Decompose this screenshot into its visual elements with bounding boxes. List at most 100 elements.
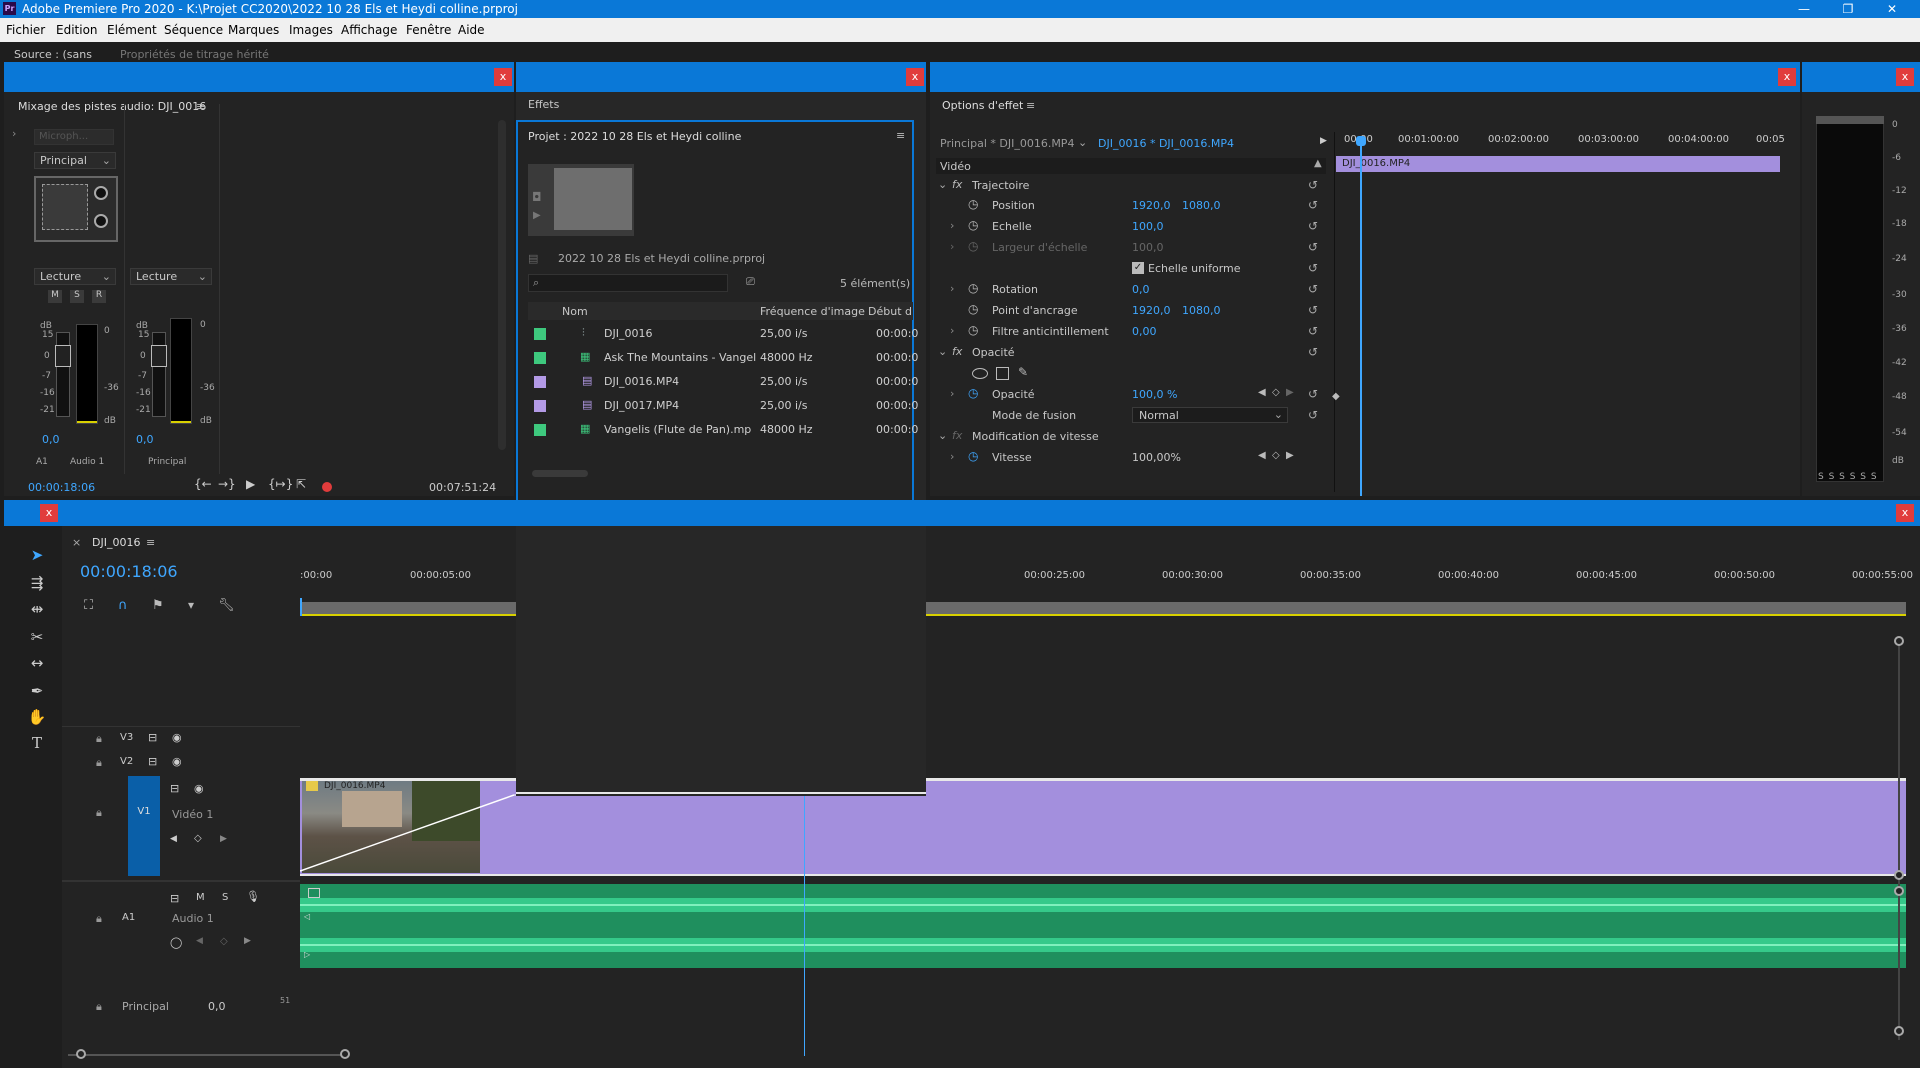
stopwatch-icon[interactable]: ◷ — [968, 218, 978, 232]
menu-marques[interactable]: Marques — [228, 23, 279, 37]
sequence-tab[interactable]: DJI_0016 — [92, 536, 140, 549]
tab-source[interactable]: Source : (sans — [14, 48, 92, 61]
vertical-scrollbar[interactable] — [1898, 640, 1900, 1040]
filtre-value[interactable]: 0,00 — [1132, 325, 1157, 338]
lock-icon[interactable]: 🔒︎ — [96, 756, 102, 770]
chevron-right-icon[interactable]: › — [950, 219, 954, 232]
current-time[interactable]: 00:00:18:06 — [28, 481, 95, 494]
loop-icon[interactable]: {↦} — [268, 477, 293, 491]
mode-dropdown-left[interactable]: Lecture ⌄ — [34, 268, 116, 285]
next-keyframe-icon[interactable]: ▶ — [220, 834, 227, 844]
echelle-value[interactable]: 100,0 — [1132, 220, 1164, 233]
close-window-button[interactable]: ✕ — [1872, 0, 1912, 18]
panel-menu-icon[interactable]: ≡ — [896, 129, 905, 142]
play-icon[interactable]: ▶ — [533, 210, 541, 221]
lock-icon[interactable]: 🔒︎ — [96, 912, 102, 926]
knob-icon[interactable] — [94, 214, 108, 228]
mute-track-button[interactable]: M — [196, 892, 205, 903]
pen-mask-icon[interactable]: ✎ — [1018, 365, 1028, 379]
reset-icon[interactable]: ↺ — [1308, 261, 1318, 275]
fx-icon[interactable]: fx — [952, 345, 962, 358]
list-item[interactable]: ⫶ DJI_0016 25,00 i/s 00:00:0 — [528, 322, 918, 346]
reset-icon[interactable]: ↺ — [1308, 198, 1318, 212]
stopwatch-icon[interactable]: ◷ — [968, 197, 978, 211]
close-panel-icon[interactable]: x — [40, 504, 58, 522]
pan-pad[interactable] — [42, 184, 88, 230]
sequence-clip-label[interactable]: DJI_0016 * DJI_0016.MP4 — [1098, 137, 1234, 150]
sync-lock-icon[interactable]: ⊟ — [170, 892, 179, 905]
volume-fader[interactable] — [151, 332, 167, 417]
eye-icon[interactable]: ◉ — [194, 782, 204, 795]
hand-tool-icon[interactable]: ✋ — [24, 708, 50, 732]
volume-fader[interactable] — [55, 332, 71, 417]
record-button[interactable]: R — [92, 290, 106, 303]
panel-menu-icon[interactable]: ≡ — [146, 536, 155, 549]
stopwatch-icon[interactable]: ◷ — [968, 449, 978, 463]
add-marker-icon[interactable]: ▾ — [188, 598, 194, 612]
principal-dropdown[interactable]: Principal ⌄ — [34, 152, 116, 169]
label-color[interactable] — [534, 352, 546, 364]
slip-tool-icon[interactable]: ↔ — [24, 654, 50, 678]
rectangle-mask-icon[interactable] — [996, 367, 1009, 380]
ellipse-mask-icon[interactable] — [972, 368, 988, 379]
blend-mode-dropdown[interactable]: Normal ⌄ — [1132, 407, 1288, 423]
export-icon[interactable]: ⇱ — [296, 477, 306, 491]
record-icon[interactable] — [322, 482, 332, 492]
opacite-value[interactable]: 100,0 % — [1132, 388, 1177, 401]
chevron-right-icon[interactable]: › — [950, 240, 954, 253]
next-keyframe-icon[interactable]: ▶ — [244, 936, 251, 946]
eye-icon[interactable]: ◉ — [172, 755, 182, 768]
volume-value-left[interactable]: 0,0 — [42, 433, 60, 446]
add-keyframe-icon[interactable]: ◇ — [194, 833, 202, 844]
scroll-handle[interactable] — [1894, 870, 1904, 880]
close-panel-icon[interactable]: x — [906, 68, 924, 86]
position-y-value[interactable]: 1080,0 — [1182, 199, 1221, 212]
rotation-value[interactable]: 0,0 — [1132, 283, 1150, 296]
sync-lock-icon[interactable]: ⊟ — [148, 731, 157, 744]
chevron-down-icon[interactable]: ⌄ — [938, 429, 947, 442]
col-rate[interactable]: Fréquence d'image — [760, 305, 865, 318]
selection-tool-icon[interactable]: ➤ — [24, 546, 50, 570]
close-panel-icon[interactable]: x — [494, 68, 512, 86]
next-keyframe-icon[interactable]: ▶ — [1286, 450, 1294, 461]
add-keyframe-icon[interactable]: ◇ — [220, 936, 228, 947]
new-bin-icon[interactable]: ⎚ — [746, 275, 755, 289]
nest-icon[interactable]: ⛶ — [84, 598, 93, 613]
next-keyframe-icon[interactable]: ▶ — [1286, 387, 1294, 398]
chevron-right-icon[interactable]: › — [950, 282, 954, 295]
track-select-tool-icon[interactable]: ⇶ — [24, 574, 50, 598]
menu-affichage[interactable]: Affichage — [341, 23, 397, 37]
list-item[interactable]: ▦ Vangelis (Flute de Pan).mp 48000 Hz 00… — [528, 418, 918, 442]
scroll-up-icon[interactable]: ▲ — [1314, 158, 1322, 169]
opacite-group-row[interactable]: ⌄ fx Opacité ↺ — [936, 343, 1326, 363]
stopwatch-icon[interactable]: ◷ — [968, 281, 978, 295]
keyframe-icon[interactable]: ◆ — [1332, 391, 1340, 402]
scroll-handle[interactable] — [1894, 886, 1904, 896]
opacity-line[interactable] — [300, 781, 530, 873]
search-input[interactable]: ⌕ — [528, 274, 728, 292]
trajectoire-row[interactable]: ⌄ fx Trajectoire ↺ — [936, 176, 1326, 196]
add-keyframe-icon[interactable]: ◇ — [1272, 387, 1280, 398]
ancrage-y-value[interactable]: 1080,0 — [1182, 304, 1221, 317]
reset-icon[interactable]: ↺ — [1308, 408, 1318, 422]
menu-fenetre[interactable]: Fenêtre — [406, 23, 451, 37]
tab-titling-properties[interactable]: Propriétés de titrage hérité — [120, 48, 269, 61]
stopwatch-icon[interactable]: ◷ — [968, 323, 978, 337]
sync-lock-icon[interactable]: ⊟ — [148, 755, 157, 768]
mode-dropdown-right[interactable]: Lecture ⌄ — [130, 268, 212, 285]
fx-icon[interactable]: fx — [952, 178, 962, 191]
reset-icon[interactable]: ↺ — [1308, 345, 1318, 359]
playhead-marker[interactable] — [300, 598, 302, 616]
timeline-playhead[interactable] — [804, 766, 805, 1056]
snap-icon[interactable]: ∩ — [118, 598, 128, 613]
keyframe-toggle-icon[interactable]: ◯ — [170, 936, 182, 949]
v3-label[interactable]: V3 — [120, 732, 133, 743]
sync-lock-icon[interactable]: ⊟ — [170, 782, 179, 795]
chevron-right-icon[interactable]: › — [12, 127, 16, 140]
lock-icon[interactable]: 🔒︎ — [96, 806, 102, 820]
label-color[interactable] — [534, 400, 546, 412]
reset-icon[interactable]: ↺ — [1308, 387, 1318, 401]
label-color[interactable] — [534, 328, 546, 340]
col-start[interactable]: Début d — [868, 305, 912, 318]
scroll-handle[interactable] — [1894, 1026, 1904, 1036]
